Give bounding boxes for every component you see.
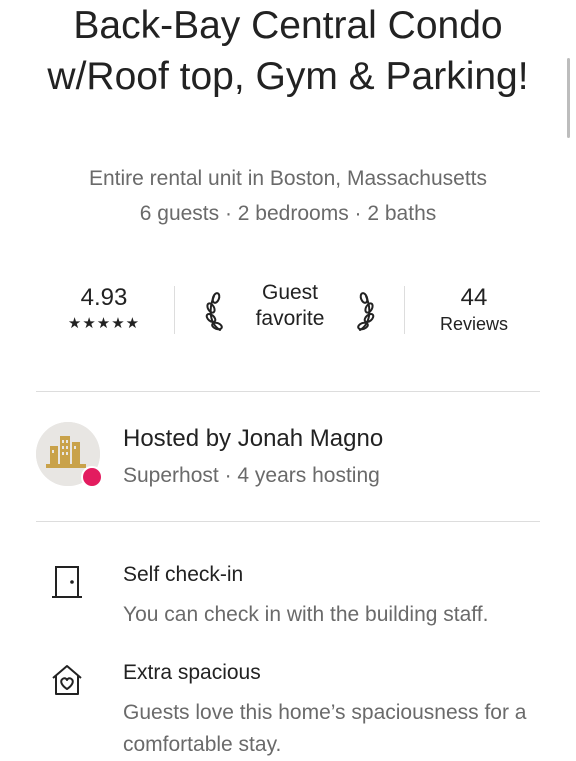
- reviews-count: 44: [460, 284, 488, 311]
- reviews-stat[interactable]: 44 Reviews: [422, 284, 526, 335]
- scrollbar[interactable]: [567, 58, 570, 138]
- guest-favorite-badge[interactable]: Guest favorite: [200, 280, 380, 340]
- feature-description: Guests love this home’s spaciousness for…: [123, 701, 527, 756]
- laurel-right-icon: [357, 292, 375, 331]
- home-heart-icon: [52, 665, 82, 695]
- listing-title: Back-Bay Central Condo w/Roof top, Gym &…: [47, 4, 529, 98]
- feature-title: Self check-in: [123, 563, 244, 586]
- divider: [404, 286, 405, 334]
- rating-value: 4.93: [80, 284, 128, 311]
- stats-bar: 4.93 ★★★★★ Guest favorite 44 Reviews: [36, 280, 540, 340]
- rating-stat[interactable]: 4.93 ★★★★★: [64, 284, 144, 332]
- feature-self-check-in: Self check-in You can check in with the …: [36, 563, 540, 633]
- host-name: Hosted by Jonah Magno: [123, 425, 384, 452]
- star-rating: ★★★★★: [67, 315, 141, 332]
- section-divider: [36, 391, 540, 392]
- host-subtitle: Superhost · 4 years hosting: [123, 464, 380, 487]
- listing-details: 6 guests · 2 bedrooms · 2 baths: [139, 202, 437, 225]
- feature-description: You can check in with the building staff…: [123, 603, 489, 626]
- door-icon: [52, 566, 82, 598]
- feature-title: Extra spacious: [123, 661, 261, 684]
- reviews-label: Reviews: [439, 314, 509, 334]
- host-section[interactable]: Hosted by Jonah Magno Superhost · 4 year…: [36, 422, 540, 492]
- divider: [174, 286, 175, 334]
- laurel-left-icon: [205, 292, 223, 331]
- section-divider: [36, 521, 540, 522]
- superhost-badge-icon: [81, 466, 103, 488]
- listing-subtitle: Entire rental unit in Boston, Massachuse…: [88, 167, 488, 190]
- guest-favorite-label: Guest favorite: [255, 281, 325, 330]
- feature-extra-spacious: Extra spacious Guests love this home’s s…: [36, 661, 540, 761]
